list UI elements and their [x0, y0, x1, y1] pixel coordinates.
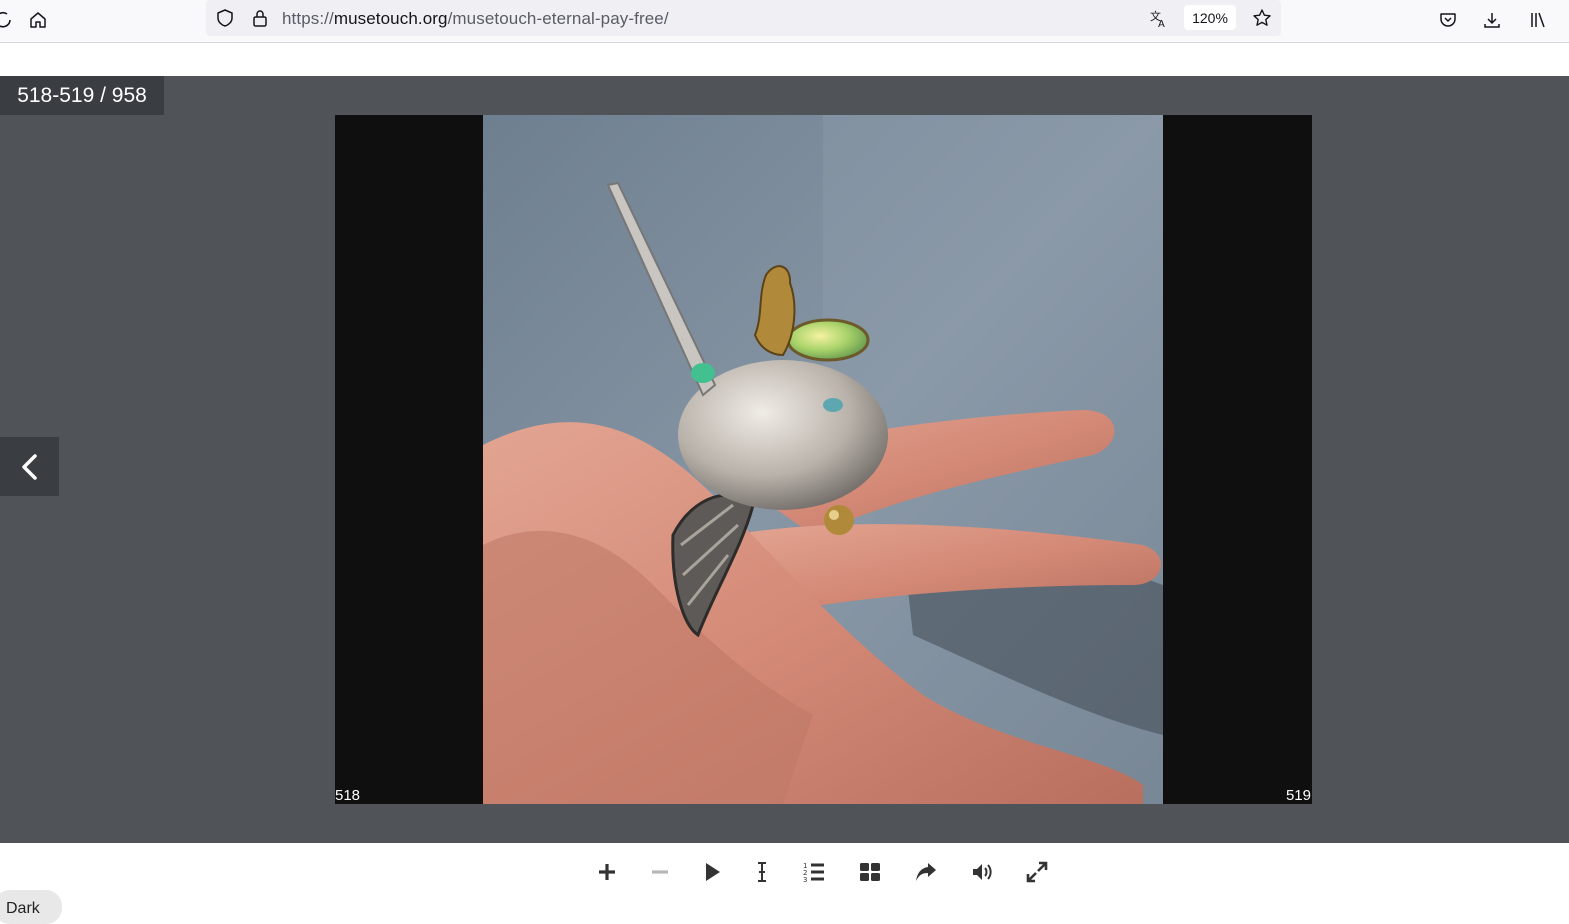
tracking-shield-icon[interactable]	[210, 3, 240, 33]
ring-photo	[483, 115, 1163, 804]
browser-toolbar: https://musetouch.org/musetouch-eternal-…	[0, 0, 1569, 43]
left-page-number: 518	[335, 787, 361, 804]
previous-page-button[interactable]	[0, 437, 59, 496]
address-bar[interactable]: https://musetouch.org/musetouch-eternal-…	[206, 0, 1281, 36]
book-spread[interactable]: 518 519	[335, 115, 1312, 804]
flipbook-viewer: 518-519 / 958 518 519	[0, 76, 1569, 843]
dark-theme-toggle[interactable]: Dark	[0, 890, 62, 924]
fullscreen-button[interactable]	[1022, 857, 1052, 887]
thumbnails-button[interactable]	[855, 857, 885, 887]
library-icon[interactable]	[1523, 5, 1553, 35]
bookmark-star-icon[interactable]	[1247, 3, 1277, 33]
speaker-icon	[973, 864, 992, 880]
url-domain: musetouch.org	[333, 9, 448, 28]
home-icon[interactable]	[23, 5, 53, 35]
translate-icon[interactable]: 文A	[1144, 3, 1174, 33]
zoom-out-button[interactable]	[645, 857, 675, 887]
url-path: /musetouch-eternal-pay-free/	[447, 9, 669, 28]
share-button[interactable]	[911, 857, 941, 887]
url-text[interactable]: https://musetouch.org/musetouch-eternal-…	[282, 9, 669, 29]
lock-icon[interactable]	[245, 3, 275, 33]
play-slideshow-button[interactable]	[697, 857, 727, 887]
text-select-button[interactable]	[747, 857, 777, 887]
svg-text:3: 3	[803, 876, 807, 884]
pocket-icon[interactable]	[1433, 5, 1463, 35]
expand-icon	[1026, 861, 1048, 883]
reload-icon[interactable]	[0, 5, 18, 35]
downloads-icon[interactable]	[1477, 5, 1507, 35]
minus-icon	[652, 870, 668, 874]
svg-text:A: A	[1158, 19, 1165, 28]
share-arrow-icon	[916, 863, 936, 881]
viewer-toolbar: 123 Dark	[0, 843, 1569, 924]
zoom-level-button[interactable]: 120%	[1184, 5, 1236, 30]
sound-button[interactable]	[967, 857, 997, 887]
page-counter: 518-519 / 958	[0, 76, 164, 115]
right-page-number: 519	[1285, 787, 1311, 804]
zoom-in-button[interactable]	[592, 857, 622, 887]
table-of-contents-button[interactable]: 123	[799, 857, 829, 887]
grid-icon	[860, 863, 880, 881]
chevron-left-icon	[21, 453, 37, 480]
url-scheme: https://	[282, 9, 334, 28]
text-cursor-icon	[758, 862, 766, 882]
numbered-list-icon: 123	[803, 862, 824, 884]
play-icon	[706, 863, 720, 881]
plus-icon	[599, 864, 615, 880]
ring-photo-illustration	[483, 115, 1163, 804]
